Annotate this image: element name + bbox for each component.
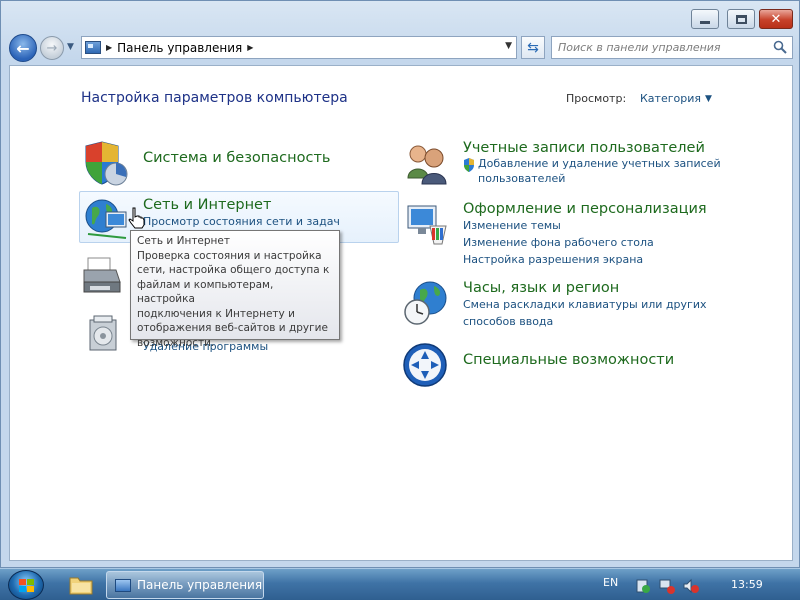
main-content: Настройка параметров компьютера Просмотр… xyxy=(9,65,793,561)
breadcrumb-separator-icon[interactable]: ▶ xyxy=(247,43,253,52)
search-icon[interactable] xyxy=(773,40,787,54)
search-input[interactable] xyxy=(552,37,762,58)
category-title[interactable]: Специальные возможности xyxy=(463,352,674,368)
tooltip-line: файлам и компьютерам, настройка xyxy=(137,278,274,306)
minimize-button[interactable] xyxy=(691,9,719,29)
programs-icon[interactable] xyxy=(80,310,130,360)
tooltip-line: возможности. xyxy=(137,336,215,349)
address-dropdown-icon[interactable]: ▼ xyxy=(505,41,512,51)
control-panel-icon xyxy=(115,578,131,592)
breadcrumb-separator-icon[interactable]: ▶ xyxy=(106,43,112,52)
tooltip-line: подключения к Интернету и xyxy=(137,307,295,320)
category-ease-of-access[interactable]: Специальные возможности xyxy=(463,352,674,368)
action-center-icon[interactable] xyxy=(634,578,652,594)
language-indicator[interactable]: EN xyxy=(603,576,618,589)
refresh-icon: ⇆ xyxy=(527,39,539,56)
printer-icon[interactable] xyxy=(80,252,130,302)
add-remove-accounts-link-group[interactable]: Добавление и удаление учетных записей по… xyxy=(478,156,721,186)
refresh-button[interactable]: ⇆ xyxy=(521,36,545,59)
view-by-label: Просмотр: xyxy=(566,92,627,105)
clock[interactable]: 13:59 xyxy=(731,578,763,591)
view-by-value[interactable]: Категория xyxy=(640,92,701,105)
page-title: Настройка параметров компьютера xyxy=(81,90,348,106)
maximize-button[interactable] xyxy=(727,9,755,29)
tooltip-line: отображения веб-сайтов и другие xyxy=(137,322,328,334)
change-theme-link[interactable]: Изменение темы xyxy=(463,217,707,234)
users-icon[interactable] xyxy=(402,138,452,188)
category-title[interactable]: Оформление и персонализация xyxy=(463,201,707,217)
chevron-down-icon: ▼ xyxy=(704,93,712,104)
close-button[interactable]: ✕ xyxy=(759,9,793,29)
chevron-down-icon: ▼ xyxy=(67,42,74,52)
view-by-dropdown[interactable]: Категория ▼ xyxy=(640,92,712,105)
volume-muted-icon[interactable] xyxy=(682,578,700,594)
control-panel-icon xyxy=(85,41,101,54)
tooltip-line: сети, настройка общего доступа к xyxy=(137,264,330,276)
title-bar[interactable]: ✕ xyxy=(1,1,799,31)
back-button[interactable]: ← xyxy=(9,34,37,62)
category-appearance[interactable]: Оформление и персонализация Изменение те… xyxy=(463,201,707,268)
globe-clock-icon[interactable] xyxy=(402,278,452,328)
navigation-bar: ← → ▼ ▶ Панель управления ▶ ▼ ⇆ xyxy=(9,34,793,62)
tooltip-line: Проверка состояния и настройка xyxy=(137,249,322,262)
view-network-status-link[interactable]: Просмотр состояния сети и задач xyxy=(143,213,340,230)
network-status-icon[interactable] xyxy=(658,578,676,594)
add-remove-accounts-row: Добавление и удаление учетных записей по… xyxy=(463,156,721,186)
add-remove-accounts-link[interactable]: Добавление и удаление учетных записей xyxy=(478,156,721,171)
tooltip-title: Сеть и Интернет xyxy=(137,235,230,247)
globe-network-icon[interactable] xyxy=(82,194,132,244)
adjust-screen-resolution-link[interactable]: Настройка разрешения экрана xyxy=(463,251,707,268)
breadcrumb-control-panel[interactable]: Панель управления xyxy=(117,41,242,55)
windows-logo-icon xyxy=(19,579,34,592)
category-tooltip: Сеть и Интернет Проверка состояния и нас… xyxy=(130,230,340,349)
change-keyboard-link[interactable]: Смена раскладки клавиатуры или других xyxy=(463,296,707,313)
category-title[interactable]: Часы, язык и регион xyxy=(463,280,707,296)
category-title[interactable]: Учетные записи пользователей xyxy=(463,140,721,156)
category-network-internet[interactable]: Сеть и Интернет Просмотр состояния сети … xyxy=(143,197,340,230)
taskbar-control-panel-button[interactable]: Панель управления xyxy=(106,571,264,599)
add-remove-accounts-link-cont[interactable]: пользователей xyxy=(478,171,721,186)
category-title[interactable]: Система и безопасность xyxy=(143,150,330,166)
close-icon: ✕ xyxy=(770,11,782,27)
category-user-accounts[interactable]: Учетные записи пользователей Добавление … xyxy=(463,140,721,186)
control-panel-window: ✕ ← → ▼ ▶ Панель управления ▶ ▼ ⇆ Настро… xyxy=(0,0,800,568)
change-desktop-background-link[interactable]: Изменение фона рабочего стола xyxy=(463,234,707,251)
start-button[interactable] xyxy=(8,570,44,600)
minimize-icon xyxy=(700,20,710,24)
explorer-folder-icon[interactable] xyxy=(68,573,94,597)
taskbar: Панель управления EN 13:59 xyxy=(0,568,800,600)
change-keyboard-link-cont[interactable]: способов ввода xyxy=(463,313,707,330)
shield-pie-icon[interactable] xyxy=(80,140,130,190)
uac-shield-icon xyxy=(464,158,474,172)
search-box[interactable] xyxy=(551,36,793,59)
monitor-paint-icon[interactable] xyxy=(402,200,452,250)
category-title[interactable]: Сеть и Интернет xyxy=(143,197,340,213)
back-arrow-icon: ← xyxy=(16,38,30,58)
accessibility-icon[interactable] xyxy=(402,340,452,390)
maximize-icon xyxy=(735,14,747,24)
forward-button[interactable]: → xyxy=(40,36,64,60)
category-clock-language-region[interactable]: Часы, язык и регион Смена раскладки клав… xyxy=(463,280,707,330)
hand-cursor-icon xyxy=(128,207,145,229)
forward-arrow-icon: → xyxy=(46,40,58,56)
category-system-security[interactable]: Система и безопасность xyxy=(143,150,330,166)
history-dropdown-button[interactable]: ▼ xyxy=(67,42,77,52)
taskbar-task-label: Панель управления xyxy=(137,578,263,592)
address-bar[interactable]: ▶ Панель управления ▶ ▼ xyxy=(81,36,517,59)
